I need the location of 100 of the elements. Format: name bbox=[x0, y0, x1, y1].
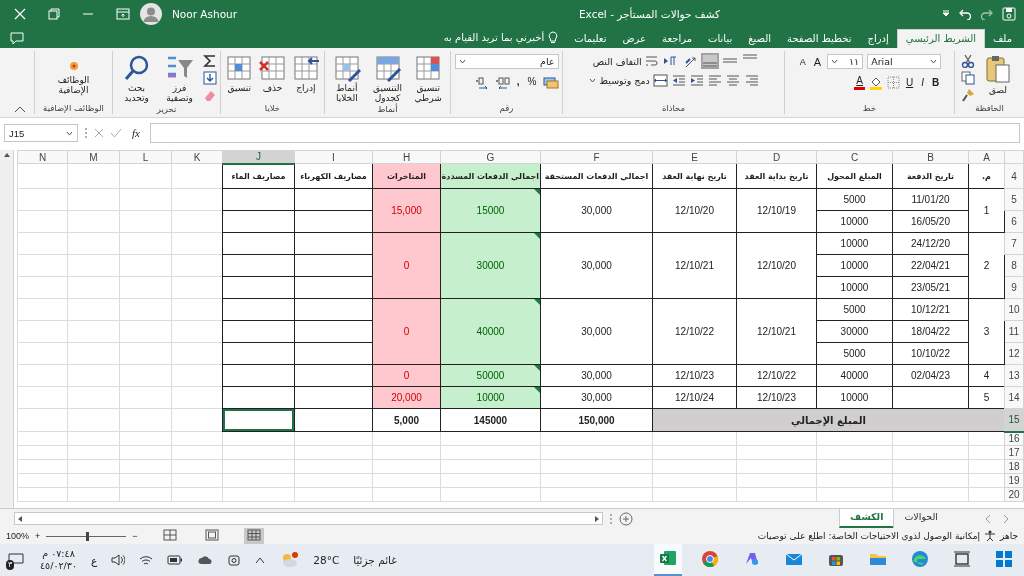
merge-center-button[interactable]: دمج وتوسيط bbox=[589, 74, 668, 87]
accessibility-status[interactable]: إمكانية الوصول لذوي الاحتياجات الخاصة: اطلع على توصيات bbox=[757, 531, 980, 541]
ribbon-display-icon[interactable] bbox=[116, 8, 130, 20]
ribbon-tab[interactable]: تخطيط الصفحة bbox=[779, 30, 860, 48]
column-header[interactable]: D bbox=[736, 150, 817, 164]
format-painter-icon[interactable] bbox=[961, 88, 975, 102]
collapse-ribbon-icon[interactable] bbox=[14, 105, 26, 113]
previous-sheet-icon[interactable] bbox=[984, 513, 992, 524]
copy-icon[interactable] bbox=[961, 71, 975, 85]
caret-icon[interactable] bbox=[66, 130, 73, 136]
ribbon-tab[interactable]: ملف bbox=[984, 30, 1020, 48]
horizontal-scrollbar[interactable] bbox=[14, 512, 604, 525]
camera-icon[interactable] bbox=[227, 553, 242, 567]
sort-filter-button[interactable]: فرز وتصفية bbox=[159, 54, 200, 103]
save-icon[interactable] bbox=[1002, 7, 1016, 21]
row-header[interactable]: 7 bbox=[1004, 232, 1024, 255]
column-header[interactable]: A bbox=[968, 150, 1005, 164]
fill-color-icon[interactable] bbox=[868, 75, 883, 90]
paste-button[interactable]: لصق bbox=[978, 54, 1018, 95]
column-header[interactable]: C bbox=[816, 150, 893, 164]
cloud-icon[interactable] bbox=[197, 554, 214, 566]
row-header[interactable]: 5 bbox=[1004, 188, 1024, 211]
formula-input[interactable] bbox=[149, 123, 1020, 143]
ribbon-tab[interactable]: بيانات bbox=[700, 30, 741, 48]
increase-font-button[interactable]: A bbox=[811, 54, 824, 69]
font-size-field[interactable]: ١١ bbox=[827, 54, 864, 69]
avatar[interactable] bbox=[140, 3, 162, 25]
next-sheet-icon[interactable] bbox=[1002, 513, 1010, 524]
restore-icon[interactable] bbox=[48, 8, 60, 20]
delete-button[interactable]: حذف bbox=[257, 54, 288, 93]
column-header[interactable]: H bbox=[372, 150, 441, 164]
font-name-field[interactable]: Arial bbox=[867, 54, 942, 69]
ribbon-tab[interactable]: مراجعة bbox=[654, 30, 701, 48]
row-header[interactable]: 4 bbox=[1004, 163, 1024, 189]
battery-icon[interactable] bbox=[167, 555, 184, 565]
caret-icon[interactable] bbox=[458, 59, 466, 64]
column-header[interactable]: K bbox=[171, 150, 223, 164]
wrap-text-button[interactable]: التفاف النص bbox=[592, 54, 658, 68]
sheet-tab[interactable]: الكشف bbox=[839, 509, 894, 528]
percent-button[interactable]: % bbox=[525, 75, 539, 89]
column-header[interactable]: J bbox=[222, 150, 295, 164]
view-button[interactable] bbox=[243, 528, 264, 544]
close-icon[interactable] bbox=[14, 8, 26, 20]
increase-indent-icon[interactable] bbox=[689, 74, 704, 87]
undo-icon[interactable] bbox=[958, 8, 972, 20]
clock-time[interactable]: ٠٧:٤٨ م bbox=[42, 548, 75, 560]
format-as-table-button[interactable]: التنسيق كجدول bbox=[368, 54, 407, 103]
currency-icon[interactable] bbox=[542, 75, 559, 89]
add-sheet-icon[interactable] bbox=[619, 511, 634, 526]
sum-icon[interactable] bbox=[202, 54, 217, 68]
column-header[interactable]: M bbox=[67, 150, 120, 164]
fill-down-icon[interactable] bbox=[202, 71, 217, 85]
underline-button[interactable]: U bbox=[903, 75, 916, 90]
dropdown-icon[interactable] bbox=[942, 10, 950, 18]
insert-button[interactable]: إدراج bbox=[290, 54, 321, 93]
insert-function-button[interactable]: fx bbox=[132, 127, 140, 139]
format-button[interactable]: تنسيق bbox=[224, 54, 255, 93]
chevron-up-icon[interactable] bbox=[255, 556, 266, 564]
ribbon-tab[interactable]: عرض bbox=[614, 30, 655, 48]
name-box[interactable]: J15 bbox=[4, 124, 78, 142]
comma-button[interactable]: , bbox=[514, 75, 522, 89]
column-header[interactable]: F bbox=[540, 150, 653, 164]
bold-button[interactable]: B bbox=[929, 75, 942, 90]
ribbon-tab[interactable]: الصيغ bbox=[740, 30, 780, 48]
column-header[interactable]: E bbox=[652, 150, 737, 164]
comment-icon[interactable] bbox=[10, 32, 24, 45]
vertical-scrollbar[interactable] bbox=[0, 150, 14, 508]
row-header[interactable]: 14 bbox=[1004, 386, 1024, 409]
redo-icon[interactable] bbox=[980, 8, 994, 20]
selected-cell[interactable] bbox=[222, 408, 295, 432]
taskbar-app[interactable] bbox=[654, 544, 682, 576]
italic-button[interactable]: I bbox=[919, 75, 926, 90]
zoom-level[interactable]: 100% bbox=[6, 531, 30, 541]
column-header[interactable]: L bbox=[119, 150, 172, 164]
caret-icon[interactable] bbox=[589, 78, 597, 83]
column-header[interactable]: B bbox=[892, 150, 969, 164]
column-header[interactable]: N bbox=[17, 150, 68, 164]
ribbon-tab[interactable]: الشريط الرئيسي bbox=[896, 29, 985, 48]
orientation-icon[interactable] bbox=[683, 54, 698, 68]
caret-icon[interactable] bbox=[930, 59, 938, 64]
row-header[interactable]: 13 bbox=[1004, 364, 1024, 387]
column-header[interactable]: I bbox=[294, 150, 373, 164]
language-indicator[interactable]: ع bbox=[91, 554, 98, 566]
add-ins-button[interactable]: الوظائف الإضافية bbox=[53, 54, 94, 95]
conditional-format-button[interactable]: تنسيق شرطي bbox=[409, 54, 447, 103]
clock-date[interactable]: ٤٥/٠٢/٣٠ bbox=[40, 560, 78, 572]
volume-icon[interactable] bbox=[111, 554, 126, 566]
number-format-field[interactable]: عام bbox=[454, 54, 559, 69]
row-header[interactable]: 15 bbox=[1004, 408, 1024, 432]
zoom-in-button[interactable]: + bbox=[35, 531, 41, 541]
ribbon-tab[interactable]: إدراج bbox=[859, 30, 897, 48]
increase-decimal-icon[interactable] bbox=[494, 75, 511, 89]
row-header[interactable]: 10 bbox=[1004, 298, 1024, 321]
cell-styles-button[interactable]: أنماط الخلايا bbox=[328, 54, 366, 103]
caret-icon[interactable] bbox=[831, 59, 839, 64]
wifi-icon[interactable] bbox=[139, 554, 154, 566]
decrease-font-button[interactable]: A bbox=[797, 54, 808, 69]
slider-thumb[interactable] bbox=[86, 531, 90, 541]
borders-icon[interactable] bbox=[886, 76, 900, 89]
zoom-out-button[interactable]: − bbox=[132, 531, 138, 541]
